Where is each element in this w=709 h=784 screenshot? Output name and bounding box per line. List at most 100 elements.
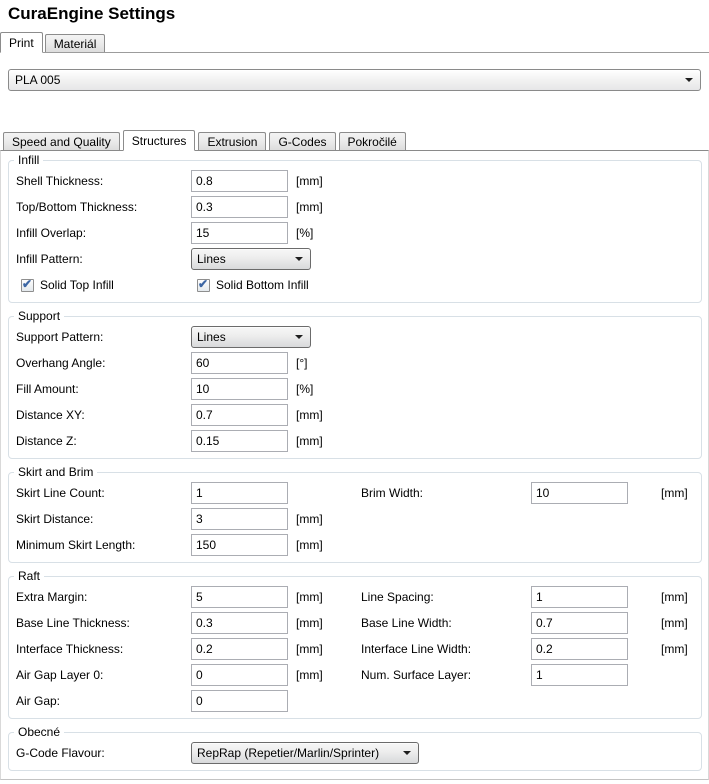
group-obecne: Obecné G-Code Flavour: RepRap (Repetier/Ma… <box>8 725 702 771</box>
num-surface-layer-input[interactable] <box>531 664 628 686</box>
unit-label: [mm] <box>296 200 323 214</box>
dropdown-value: Lines <box>197 330 226 344</box>
g-code-flavour-dropdown[interactable]: RepRap (Repetier/Marlin/Sprinter) <box>191 742 419 764</box>
field-label: Distance Z: <box>16 434 77 448</box>
field-label: Support Pattern: <box>16 330 103 344</box>
field-label: Base Line Width: <box>361 616 452 630</box>
settings-row: Air Gap: <box>9 690 701 712</box>
settings-row: Infill Overlap: [%] <box>9 222 701 244</box>
fill-amount-input[interactable] <box>191 378 288 400</box>
caret-down-icon <box>295 335 303 339</box>
settings-row: Skirt Distance: [mm] <box>9 508 701 530</box>
group-title: Skirt and Brim <box>14 465 97 479</box>
line-spacing-input[interactable] <box>531 586 628 608</box>
field-label: Extra Margin: <box>16 590 87 604</box>
field-label: Skirt Line Count: <box>16 486 105 500</box>
tab-print[interactable]: Print <box>0 32 43 53</box>
group-title: Support <box>14 309 64 323</box>
checkbox-label: Solid Top Infill <box>40 278 114 292</box>
field-label: Base Line Thickness: <box>16 616 130 630</box>
field-label: Overhang Angle: <box>16 356 105 370</box>
group-infill: Infill Shell Thickness:[mm] Top/Bottom Thi… <box>8 153 702 303</box>
field-label: G-Code Flavour: <box>16 746 105 760</box>
field-label: Air Gap Layer 0: <box>16 668 103 682</box>
field-label: Brim Width: <box>361 486 423 500</box>
settings-row: Overhang Angle: [°] <box>9 352 701 374</box>
tab-material[interactable]: Materiál <box>45 34 106 52</box>
unit-label: [mm] <box>296 408 323 422</box>
tab-pokrocile[interactable]: Pokročilé <box>339 132 406 150</box>
infill-overlap-input[interactable] <box>191 222 288 244</box>
caret-down-icon <box>295 257 303 261</box>
settings-row: Minimum Skirt Length:[mm] <box>9 534 701 556</box>
dialog-title: CuraEngine Settings <box>8 4 175 24</box>
check-icon: ✔ <box>22 277 32 291</box>
tab-speed-and-quality[interactable]: Speed and Quality <box>3 132 120 150</box>
unit-label: [mm] <box>296 174 323 188</box>
field-label: Interface Thickness: <box>16 642 123 656</box>
unit-label: [mm] <box>296 668 323 682</box>
tab-extrusion[interactable]: Extrusion <box>198 132 266 150</box>
infill-pattern-dropdown[interactable]: Lines <box>191 248 311 270</box>
settings-tab-strip: Speed and QualityStructuresExtrusionG-Co… <box>0 129 709 150</box>
group-raft: Raft Extra Margin: [mm] Line Spacing: [mm] Ba… <box>8 569 702 719</box>
unit-label: [%] <box>296 226 313 240</box>
group-title: Infill <box>14 153 43 167</box>
settings-row: Air Gap Layer 0:[mm]Num. Surface Layer: <box>9 664 701 686</box>
unit-label: [mm] <box>661 486 688 500</box>
profile-combobox-value: PLA 005 <box>15 73 60 87</box>
group-skirt-and-brim: Skirt and Brim Skirt Line Count: Brim Widt… <box>8 465 702 563</box>
field-label: Infill Pattern: <box>16 252 83 266</box>
tab-structures[interactable]: Structures <box>123 130 196 151</box>
unit-label: [%] <box>296 382 313 396</box>
profile-combobox[interactable]: PLA 005 <box>8 69 701 91</box>
field-label: Fill Amount: <box>16 382 79 396</box>
group-title: Obecné <box>14 725 64 739</box>
caret-down-icon <box>403 751 411 755</box>
skirt-line-count-input[interactable] <box>191 482 288 504</box>
unit-label: [mm] <box>296 512 323 526</box>
field-label: Line Spacing: <box>361 590 434 604</box>
settings-row: Base Line Thickness:[mm]Base Line Width:… <box>9 612 701 634</box>
overhang-angle-input[interactable] <box>191 352 288 374</box>
settings-row: Support Pattern: Lines <box>9 326 701 348</box>
settings-row: G-Code Flavour: RepRap (Repetier/Marlin/S… <box>9 742 701 764</box>
minimum-skirt-length-input[interactable] <box>191 534 288 556</box>
unit-label: [°] <box>296 356 307 370</box>
distance-xy-input[interactable] <box>191 404 288 426</box>
unit-label: [mm] <box>661 642 688 656</box>
distance-z-input[interactable] <box>191 430 288 452</box>
unit-label: [mm] <box>296 538 323 552</box>
field-label: Air Gap: <box>16 694 60 708</box>
settings-row: Top/Bottom Thickness:[mm] <box>9 196 701 218</box>
dropdown-value: RepRap (Repetier/Marlin/Sprinter) <box>197 746 379 760</box>
shell-thickness-input[interactable] <box>191 170 288 192</box>
solid-bottom-infill-checkbox[interactable]: ✔Solid Bottom Infill <box>197 278 309 292</box>
group-title: Raft <box>14 569 44 583</box>
air-gap-layer-0-input[interactable] <box>191 664 288 686</box>
dropdown-value: Lines <box>197 252 226 266</box>
brim-width-input[interactable] <box>531 482 628 504</box>
checkbox-box: ✔ <box>197 279 210 292</box>
group-support: Support Support Pattern: Lines Overhang Ang… <box>8 309 702 459</box>
base-line-thickness-input[interactable] <box>191 612 288 634</box>
settings-row: Shell Thickness:[mm] <box>9 170 701 192</box>
settings-row: Skirt Line Count: Brim Width: [mm] <box>9 482 701 504</box>
base-line-width-input[interactable] <box>531 612 628 634</box>
solid-top-infill-checkbox[interactable]: ✔ Solid Top Infill <box>21 278 114 292</box>
field-label: Skirt Distance: <box>16 512 93 526</box>
support-pattern-dropdown[interactable]: Lines <box>191 326 311 348</box>
field-label: Infill Overlap: <box>16 226 86 240</box>
air-gap-input[interactable] <box>191 690 288 712</box>
top-tab-strip: PrintMateriál <box>0 31 709 53</box>
skirt-distance-input[interactable] <box>191 508 288 530</box>
field-label: Distance XY: <box>16 408 85 422</box>
top-bottom-thickness-input[interactable] <box>191 196 288 218</box>
tab-g-codes[interactable]: G-Codes <box>269 132 335 150</box>
settings-row: Interface Thickness:[mm]Interface Line W… <box>9 638 701 660</box>
settings-row: ✔ Solid Top Infill ✔Solid Bottom Infill <box>9 274 701 296</box>
extra-margin-input[interactable] <box>191 586 288 608</box>
unit-label: [mm] <box>296 642 323 656</box>
interface-line-width-input[interactable] <box>531 638 628 660</box>
interface-thickness-input[interactable] <box>191 638 288 660</box>
